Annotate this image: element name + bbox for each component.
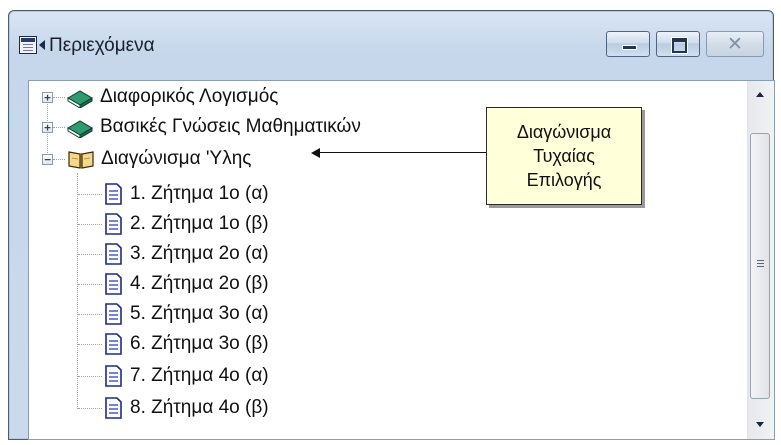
tree-child-label[interactable]: 3. Ζήτημα 2ο (α) bbox=[130, 241, 269, 267]
document-icon bbox=[105, 183, 122, 205]
tree-item-label[interactable]: Βασικές Γνώσεις Μαθηματικών bbox=[100, 114, 361, 140]
vertical-scrollbar[interactable] bbox=[747, 81, 774, 439]
tree-branch-connector bbox=[78, 224, 102, 225]
tree-child-connector bbox=[77, 173, 78, 409]
document-icon bbox=[105, 365, 122, 387]
tree-branch-connector bbox=[53, 127, 65, 128]
document-icon bbox=[105, 303, 122, 325]
system-menu-arrow-icon[interactable] bbox=[39, 40, 45, 50]
tree-branch-connector bbox=[78, 376, 102, 377]
expand-toggle[interactable]: + bbox=[42, 122, 53, 133]
scroll-up-arrow-icon[interactable] bbox=[750, 84, 771, 106]
tree-item-label-selected[interactable]: Διαγώνισμα 'Υλης bbox=[101, 146, 251, 172]
tree-branch-connector bbox=[78, 408, 102, 409]
tree-branch-connector bbox=[78, 194, 102, 195]
maximize-button[interactable] bbox=[656, 31, 700, 57]
collapse-toggle[interactable]: − bbox=[42, 154, 53, 165]
window-app-icon[interactable] bbox=[19, 36, 37, 54]
tree-item-label[interactable]: Διαφορικός Λογισμός bbox=[100, 84, 278, 110]
callout-arrow-line bbox=[318, 152, 486, 153]
close-icon: ✕ bbox=[727, 33, 743, 55]
contents-window: Περιεχόμενα ✕ + Διαφορικός Λογισμός + Βα… bbox=[8, 10, 775, 440]
closed-book-icon bbox=[67, 90, 93, 108]
tree-child-label[interactable]: 4. Ζήτημα 2ο (β) bbox=[130, 271, 269, 297]
expand-toggle[interactable]: + bbox=[42, 92, 53, 103]
tree-child-label[interactable]: 5. Ζήτημα 3ο (α) bbox=[130, 301, 269, 327]
tree-child-label[interactable]: 6. Ζήτημα 3ο (β) bbox=[130, 331, 269, 357]
close-button[interactable]: ✕ bbox=[706, 31, 764, 57]
document-icon bbox=[105, 273, 122, 295]
document-icon bbox=[105, 333, 122, 355]
scroll-thumb[interactable] bbox=[750, 133, 770, 399]
document-icon bbox=[105, 397, 122, 419]
open-book-icon bbox=[68, 151, 94, 169]
closed-book-icon bbox=[67, 120, 93, 138]
minimize-icon bbox=[622, 45, 637, 50]
title-bar[interactable]: Περιεχόμενα ✕ bbox=[9, 11, 773, 69]
window-title: Περιεχόμενα bbox=[49, 35, 155, 56]
tree-branch-connector bbox=[78, 284, 102, 285]
maximize-icon bbox=[671, 37, 688, 54]
annotation-callout: Διαγώνισμα Τυχαίας Επιλογής bbox=[486, 107, 642, 205]
scroll-grip-icon bbox=[757, 260, 764, 267]
tree-child-label[interactable]: 1. Ζήτημα 1ο (α) bbox=[130, 181, 269, 207]
document-icon bbox=[105, 243, 122, 265]
tree-branch-connector bbox=[53, 159, 65, 160]
tree-branch-connector bbox=[78, 344, 102, 345]
tree-branch-connector bbox=[78, 314, 102, 315]
tree-branch-connector bbox=[78, 254, 102, 255]
scroll-down-arrow-icon[interactable] bbox=[750, 414, 771, 436]
document-icon bbox=[105, 213, 122, 235]
tree-child-label[interactable]: 8. Ζήτημα 4ο (β) bbox=[130, 395, 269, 421]
tree-branch-connector bbox=[53, 97, 65, 98]
tree-view[interactable]: + Διαφορικός Λογισμός + Βασικές Γνώσεις … bbox=[28, 80, 775, 440]
tree-child-label[interactable]: 2. Ζήτημα 1ο (β) bbox=[130, 211, 269, 237]
left-arrow-icon bbox=[311, 148, 320, 158]
minimize-button[interactable] bbox=[606, 31, 650, 57]
tree-child-label[interactable]: 7. Ζήτημα 4ο (α) bbox=[130, 363, 269, 389]
